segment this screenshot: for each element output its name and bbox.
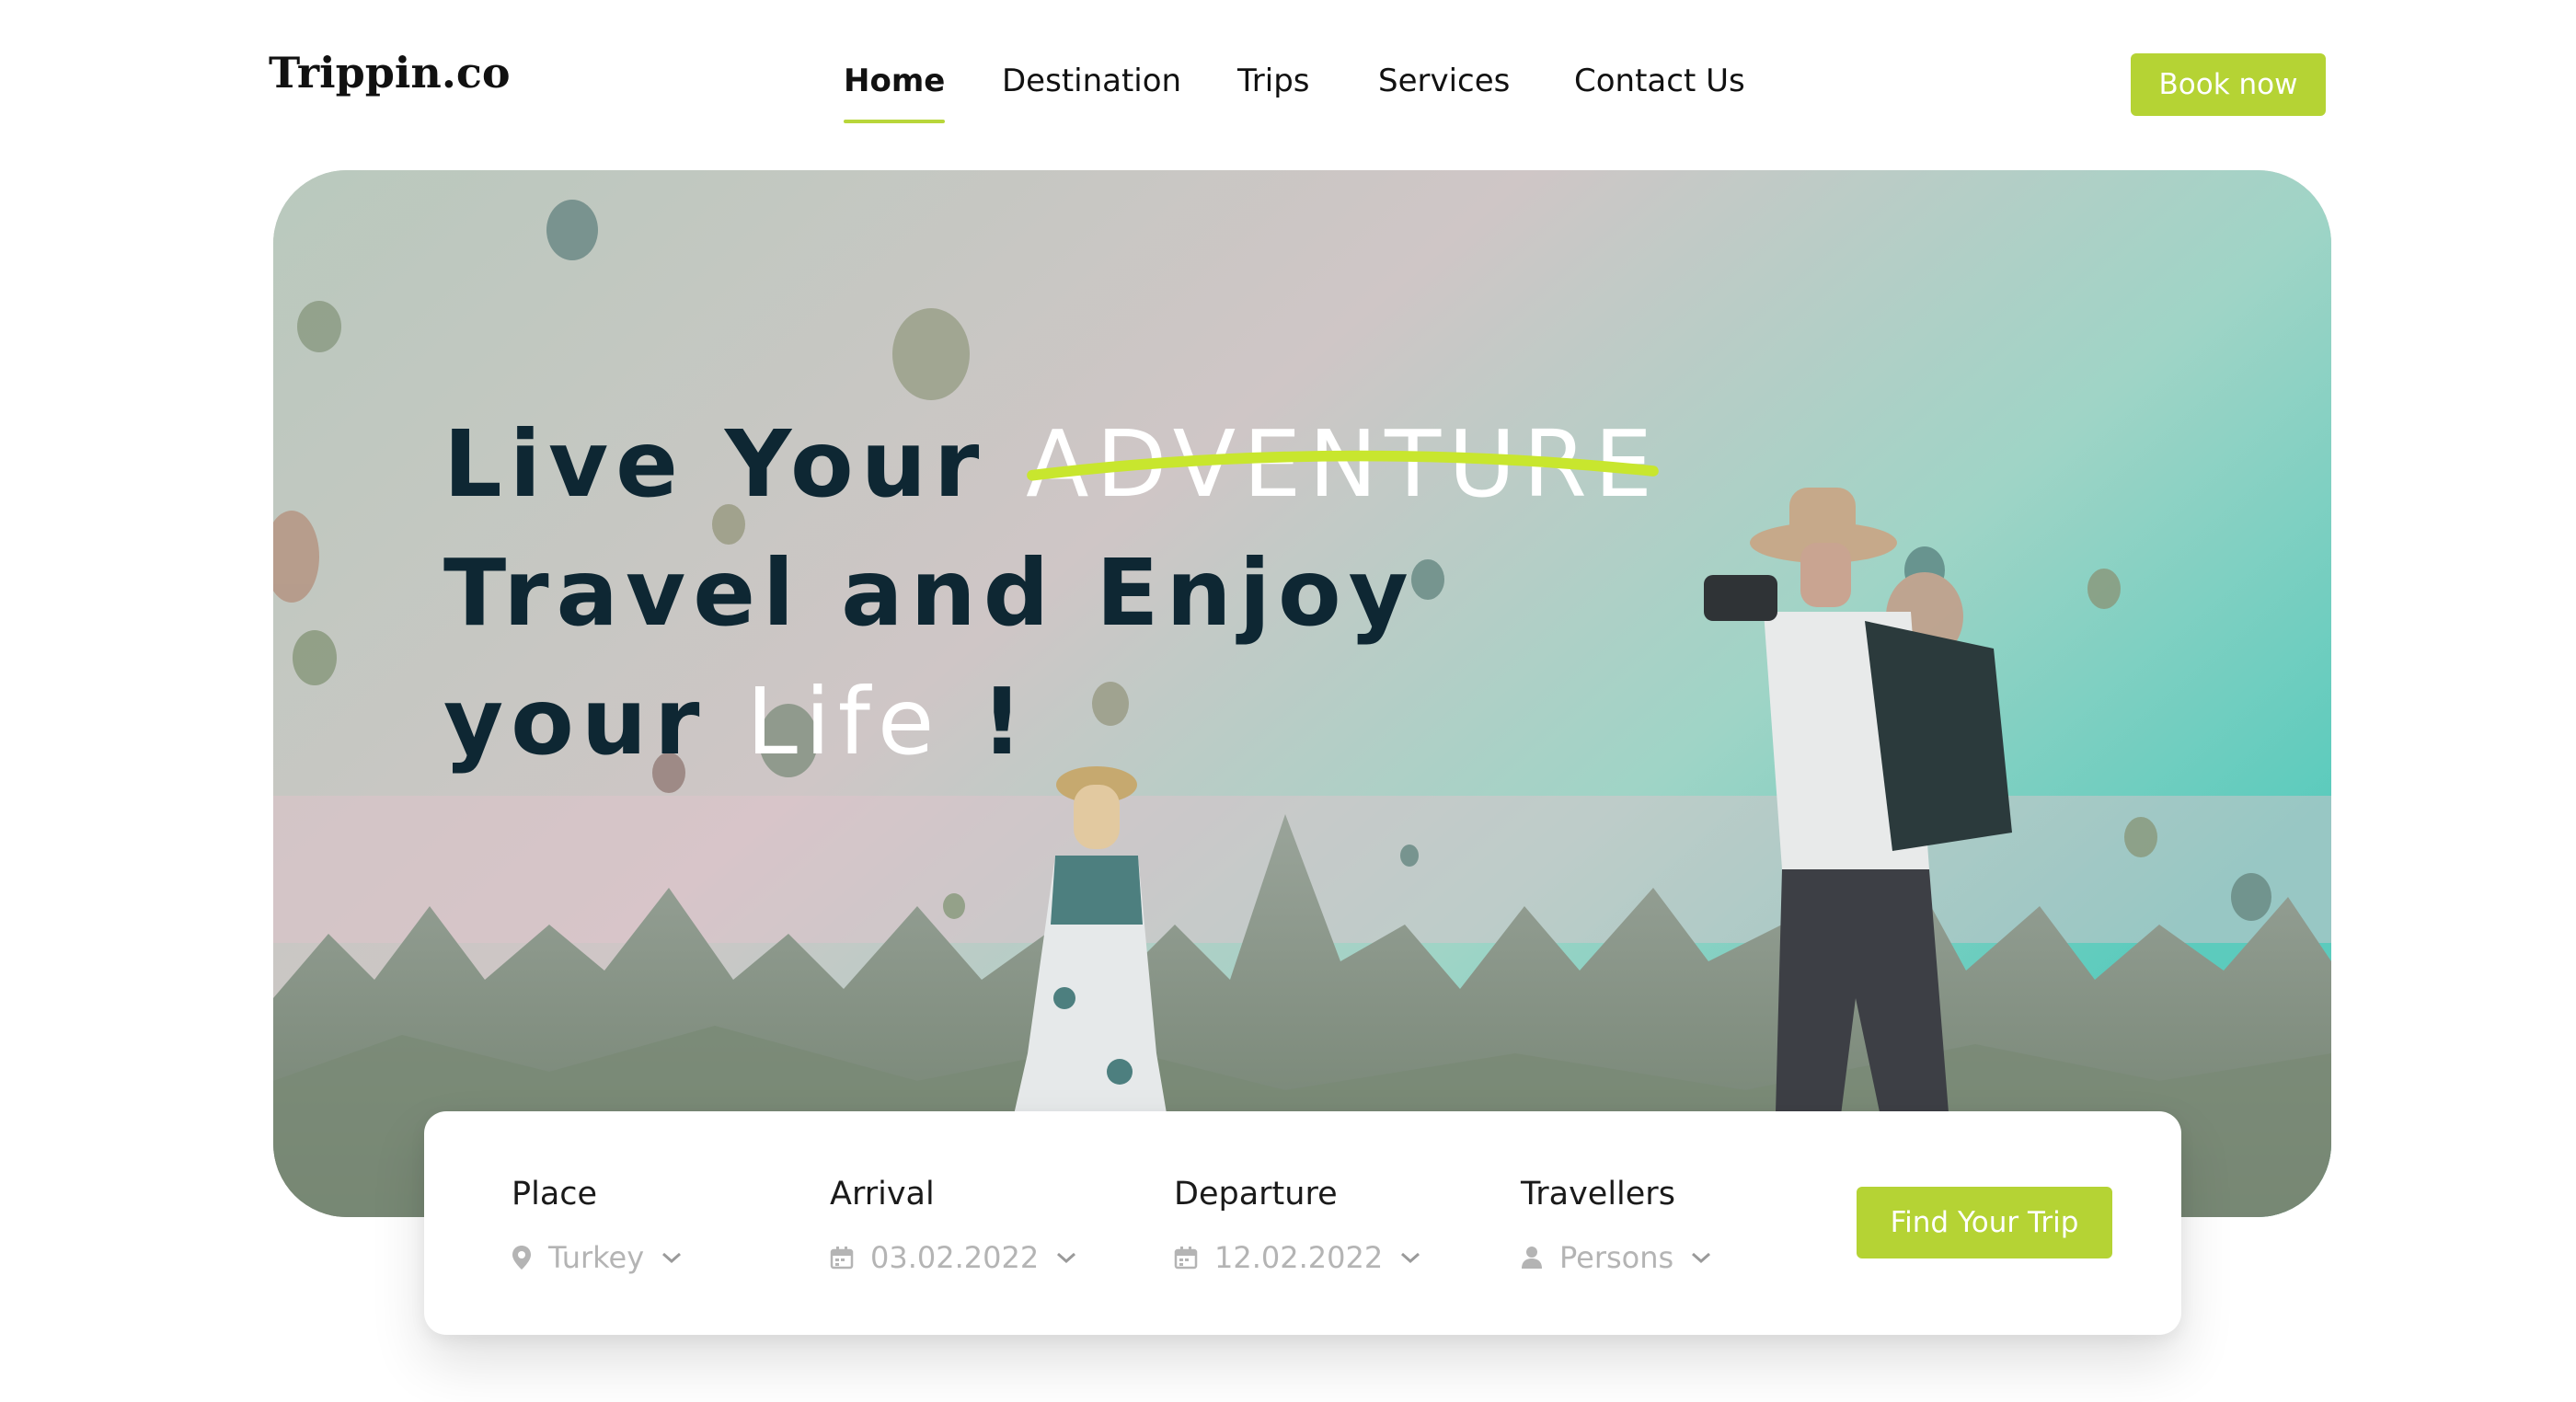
headline-line-3: your Life !: [443, 658, 1660, 787]
headline-line-1: Live Your ADVENTURE: [443, 400, 1660, 529]
field-label: Travellers: [1521, 1176, 1675, 1212]
field-label: Departure: [1174, 1176, 1338, 1212]
nav-item-label: Home: [844, 63, 946, 99]
place-field: Place Turkey: [512, 1176, 683, 1275]
place-select[interactable]: Turkey: [512, 1240, 683, 1275]
departure-value: 12.02.2022: [1214, 1240, 1384, 1275]
arrival-date-picker[interactable]: 03.02.2022: [830, 1240, 1077, 1275]
departure-date-picker[interactable]: 12.02.2022: [1174, 1240, 1421, 1275]
chevron-down-icon: [662, 1252, 682, 1264]
travellers-select[interactable]: Persons: [1521, 1240, 1712, 1275]
field-label: Arrival: [830, 1176, 935, 1212]
nav-item-contact-us[interactable]: Contact Us: [1574, 63, 1745, 99]
adventure-highlight: ADVENTURE: [1026, 400, 1660, 529]
chevron-down-icon: [1057, 1252, 1076, 1264]
hero-banner: Live Your ADVENTURE Travel and Enjoy you…: [273, 170, 2331, 1217]
chevron-down-icon: [1401, 1252, 1420, 1264]
headline-line-2: Travel and Enjoy: [443, 539, 1416, 647]
chevron-down-icon: [1692, 1252, 1711, 1264]
calendar-icon: [830, 1247, 854, 1270]
travellers-field: Travellers Persons: [1521, 1176, 1712, 1275]
book-now-button[interactable]: Book now: [2131, 53, 2326, 116]
brand-logo[interactable]: Trippin.co: [269, 48, 511, 98]
location-pin-icon: [512, 1246, 531, 1270]
find-your-trip-button[interactable]: Find Your Trip: [1857, 1187, 2112, 1258]
arrival-field: Arrival 03.02.2022: [830, 1176, 1077, 1275]
nav-item-destination[interactable]: Destination: [1002, 63, 1181, 99]
departure-field: Departure 12.02.2022: [1174, 1176, 1421, 1275]
trip-search-card: Place Turkey Arrival 03.02.2022 Departur…: [424, 1111, 2181, 1335]
underline-scribble: [1027, 450, 1659, 481]
field-label: Place: [512, 1176, 598, 1212]
nav-item-services[interactable]: Services: [1378, 63, 1510, 99]
headline-text: your: [443, 668, 747, 776]
nav-item-trips[interactable]: Trips: [1237, 63, 1310, 99]
headline-text: !: [941, 668, 1030, 776]
headline-text: Live Your: [443, 410, 1027, 518]
active-nav-underline: [844, 120, 946, 123]
person-icon: [1522, 1247, 1542, 1269]
place-value: Turkey: [548, 1240, 645, 1275]
arrival-value: 03.02.2022: [870, 1240, 1040, 1275]
nav-item-home[interactable]: Home: [844, 63, 946, 123]
travellers-value: Persons: [1559, 1240, 1674, 1275]
highlight-word: Life: [746, 668, 942, 776]
calendar-icon: [1174, 1247, 1198, 1270]
hero-headline: Live Your ADVENTURE Travel and Enjoy you…: [443, 400, 1660, 787]
